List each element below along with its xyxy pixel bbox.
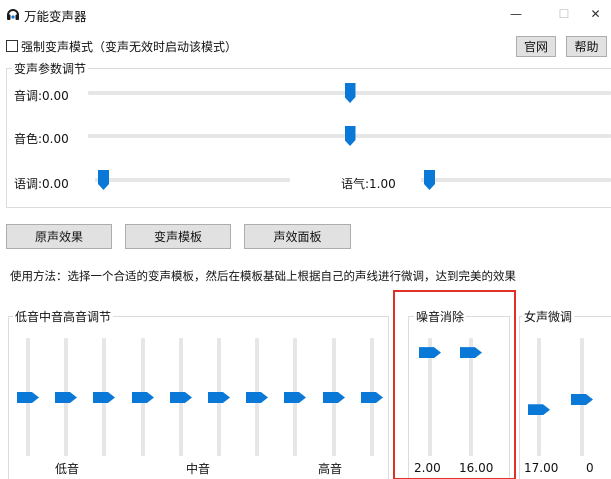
minimize-button[interactable]: —: [496, 0, 536, 28]
eq-slider-10[interactable]: [359, 338, 385, 456]
pitch-slider[interactable]: [88, 83, 611, 103]
female-slider-1[interactable]: [526, 338, 552, 456]
title-bar: 万能变声器 — ☐ ✕: [0, 0, 611, 28]
eq-slider-1[interactable]: [15, 338, 41, 456]
force-mode-label[interactable]: 强制变声模式（变声无效时启动该模式）: [21, 38, 237, 55]
tone-slider-track: [421, 178, 611, 182]
eq-slider-thumb[interactable]: [284, 392, 306, 403]
eq-mid-label: 中音: [186, 462, 211, 476]
eq-slider-3[interactable]: [91, 338, 117, 456]
female-group-title: 女声微调: [522, 308, 575, 325]
website-button[interactable]: 官网: [516, 36, 556, 57]
eq-slider-thumb[interactable]: [361, 392, 383, 403]
usage-text: 使用方法：选择一个合适的变声模板，然后在模板基础上根据自己的声线进行微调，达到完…: [10, 269, 516, 283]
noise-highlight-box: [393, 290, 516, 479]
voice-template-button[interactable]: 变声模板: [125, 224, 231, 249]
female-value-1: 17.00: [524, 461, 559, 475]
help-button[interactable]: 帮助: [566, 36, 607, 57]
timbre-label: 音色:0.00: [14, 132, 69, 146]
equalizer-group-title: 低音中音高音调节: [13, 308, 114, 325]
eq-slider-thumb[interactable]: [208, 392, 230, 403]
tone-slider[interactable]: [421, 170, 611, 190]
eq-slider-8[interactable]: [282, 338, 308, 456]
eq-slider-7[interactable]: [244, 338, 270, 456]
female-slider-thumb[interactable]: [571, 394, 593, 406]
pitch-slider-thumb[interactable]: [344, 83, 356, 103]
speed-label: 语调:0.00: [14, 177, 69, 191]
female-slider-track: [537, 338, 541, 456]
eq-slider-6[interactable]: [206, 338, 232, 456]
headphones-icon: [7, 9, 19, 20]
eq-slider-thumb[interactable]: [170, 392, 192, 403]
timbre-slider[interactable]: [88, 126, 611, 146]
tone-slider-thumb[interactable]: [424, 170, 435, 190]
eq-slider-thumb[interactable]: [55, 392, 77, 403]
eq-slider-4[interactable]: [130, 338, 156, 456]
pitch-label: 音调:0.00: [14, 89, 69, 103]
speed-slider[interactable]: [95, 170, 290, 190]
maximize-button[interactable]: ☐: [544, 0, 584, 28]
eq-slider-thumb[interactable]: [323, 392, 345, 403]
eq-slider-thumb[interactable]: [17, 392, 39, 403]
eq-slider-thumb[interactable]: [132, 392, 154, 403]
eq-high-label: 高音: [318, 462, 343, 476]
eq-slider-thumb[interactable]: [93, 392, 115, 403]
eq-slider-5[interactable]: [168, 338, 194, 456]
params-group-title: 变声参数调节: [12, 60, 89, 77]
eq-slider-9[interactable]: [321, 338, 347, 456]
speed-slider-thumb[interactable]: [98, 170, 109, 190]
force-mode-checkbox[interactable]: [6, 40, 18, 52]
female-slider-thumb[interactable]: [528, 404, 550, 416]
effects-panel-button[interactable]: 声效面板: [244, 224, 351, 249]
tone-label: 语气:1.00: [341, 177, 396, 191]
female-slider-2[interactable]: [569, 338, 595, 456]
female-value-2: 0: [586, 461, 594, 475]
original-voice-button[interactable]: 原声效果: [6, 224, 112, 249]
timbre-slider-thumb[interactable]: [344, 126, 356, 146]
speed-slider-track: [95, 178, 290, 182]
eq-slider-thumb[interactable]: [246, 392, 268, 403]
close-button[interactable]: ✕: [580, 0, 611, 28]
eq-slider-2[interactable]: [53, 338, 79, 456]
window-title: 万能变声器: [24, 9, 87, 24]
eq-low-label: 低音: [55, 462, 80, 476]
